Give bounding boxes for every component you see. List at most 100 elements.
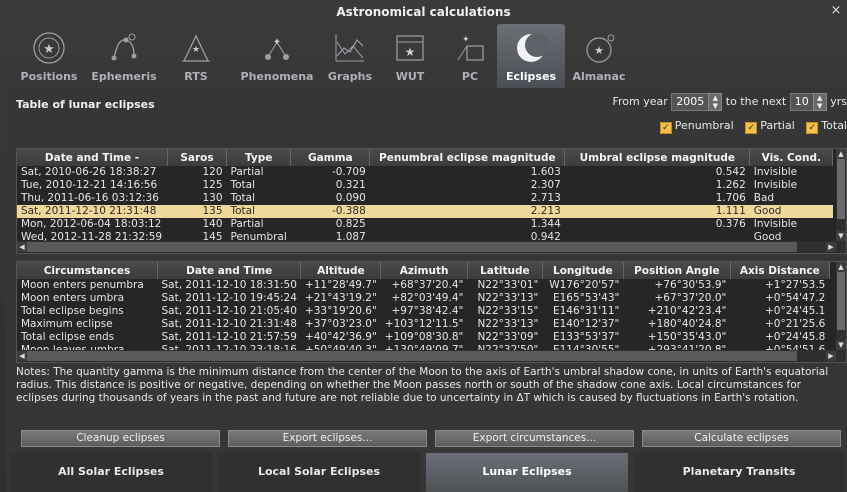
svg-text:★: ★ [192, 45, 200, 55]
table-cell: +1°27'53.5 [764, 279, 826, 291]
table-cell: Good [749, 205, 833, 218]
eclipse-table-horizontal-scrollbar[interactable]: ◀ ▶ [17, 241, 846, 253]
tab-wut[interactable]: ★ WUT [380, 24, 440, 88]
eclipse-type-filters: ✓ Penumbral ✓ Partial ✓ Total [652, 119, 847, 134]
from-year-label: From year [612, 95, 668, 108]
table-cell: +180°40'24.8" [647, 318, 727, 330]
svg-text:✦: ✦ [273, 37, 281, 48]
column-header-date[interactable]: Date and Time - [17, 149, 168, 166]
scroll-up-icon[interactable]: ▲ [836, 262, 846, 272]
tab-eclipses[interactable]: Eclipses [497, 24, 565, 88]
penumbral-label: Penumbral [674, 119, 734, 132]
tab-pc[interactable]: ✦ PC [444, 24, 496, 88]
column-header-gamma[interactable]: Gamma [290, 149, 371, 166]
tab-label: Eclipses [505, 70, 556, 83]
cleanup-eclipses-button[interactable]: Cleanup eclipses [21, 430, 220, 447]
table-row[interactable]: Sat, 2011-12-10 21:31:48 135 Total -0.388 2.… [17, 205, 833, 218]
tab-almanac[interactable]: ★ Almanac [568, 24, 630, 88]
column-header-longitude[interactable]: Longitude [542, 262, 624, 279]
calculate-eclipses-button[interactable]: Calculate eclipses [642, 430, 841, 447]
export-circumstances-button[interactable]: Export circumstances... [435, 430, 634, 447]
table-cell: 1.603 [530, 166, 561, 178]
eclipse-table-vertical-scrollbar[interactable]: ▲ ▼ [836, 149, 846, 241]
table-row[interactable]: Tue, 2010-12-21 14:16:56 125 Total 0.321 2.3… [17, 179, 833, 192]
tab-label: WUT [395, 70, 425, 83]
table-cell: +11°28'49.7" [304, 279, 377, 291]
scroll-right-icon[interactable]: ▶ [826, 351, 836, 361]
total-checkbox[interactable]: ✓ [806, 122, 819, 134]
scrollbar-thumb[interactable] [837, 159, 845, 219]
column-header-axis-distance[interactable]: Axis Distance [730, 262, 830, 279]
scroll-up-icon[interactable]: ▲ [836, 149, 846, 159]
column-header-penumbral-mag[interactable]: Penumbral eclipse magnitude [369, 149, 566, 166]
scroll-down-icon[interactable]: ▼ [836, 340, 846, 350]
tab-all-solar-eclipses[interactable]: All Solar Eclipses [10, 453, 212, 492]
stepper-up-icon: ▲ [712, 94, 718, 102]
partial-checkbox[interactable]: ✓ [745, 122, 758, 134]
scroll-left-icon[interactable]: ◀ [17, 242, 27, 252]
table-cell: +150°35'43.0" [647, 331, 727, 343]
table-cell: Bad [753, 192, 775, 204]
table-cell: +37°03'23.0" [304, 318, 377, 330]
tab-planetary-transits[interactable]: Planetary Transits [634, 453, 844, 492]
column-header-date[interactable]: Date and Time [157, 262, 302, 279]
circumstances-vertical-scrollbar[interactable]: ▲ ▼ [836, 262, 846, 350]
column-header-latitude[interactable]: Latitude [467, 262, 543, 279]
table-row[interactable]: Total eclipse ends Sat, 2011-12-10 21:57:… [17, 331, 829, 344]
tab-local-solar-eclipses[interactable]: Local Solar Eclipses [218, 453, 420, 492]
circumstances-table[interactable]: Circumstances Date and Time Altitude Azi… [16, 261, 847, 363]
from-year-input[interactable]: 2005 [671, 93, 710, 111]
scrollbar-thumb[interactable] [27, 242, 797, 252]
table-cell: 1.344 [530, 218, 561, 230]
tab-positions[interactable]: ★ Positions [14, 24, 84, 88]
penumbral-checkbox[interactable]: ✓ [659, 122, 672, 134]
lunar-eclipses-table[interactable]: Date and Time - Saros Type Gamma Penumbr… [16, 148, 847, 254]
tab-rts[interactable]: ★ RTS [168, 24, 224, 88]
table-row[interactable]: Sat, 2010-06-26 18:38:27 120 Partial -0.709… [17, 166, 833, 179]
years-count-stepper[interactable]: ▲ ▼ [812, 93, 827, 111]
table-cell: Total eclipse ends [21, 331, 115, 343]
tab-lunar-eclipses[interactable]: Lunar Eclipses [426, 453, 628, 492]
from-year-stepper[interactable]: ▲ ▼ [708, 93, 723, 111]
table-row[interactable]: Thu, 2011-06-16 03:12:36 130 Total 0.090 2.7… [17, 192, 833, 205]
column-header-circumstances[interactable]: Circumstances [17, 262, 158, 279]
column-header-position-angle[interactable]: Position Angle [623, 262, 731, 279]
scrollbar-thumb[interactable] [27, 351, 797, 361]
table-cell: Partial [230, 166, 264, 178]
table-cell: 0.542 [715, 166, 746, 178]
table-row[interactable]: Moon enters penumbra Sat, 2011-12-10 18:3… [17, 279, 829, 292]
scroll-down-icon[interactable]: ▼ [836, 231, 846, 241]
column-header-saros[interactable]: Saros [167, 149, 227, 166]
ephemeris-icon [111, 33, 137, 61]
column-header-vis-cond[interactable]: Vis. Cond. [749, 149, 834, 166]
tab-phenomena[interactable]: ✦ Phenomena [232, 24, 322, 88]
table-cell: Total [226, 205, 291, 218]
sort-indicator: - [134, 151, 140, 164]
years-count-input[interactable]: 10 [789, 93, 814, 111]
scroll-left-icon[interactable]: ◀ [17, 351, 27, 361]
table-cell: -0.388 [290, 205, 370, 218]
table-row[interactable]: Maximum eclipse Sat, 2011-12-10 21:31:48 +… [17, 318, 829, 331]
table-cell: 1.706 [715, 192, 746, 204]
phenomena-icon: ✦ [265, 37, 289, 60]
column-header-type[interactable]: Type [226, 149, 292, 166]
circumstances-horizontal-scrollbar[interactable]: ◀ ▶ [17, 350, 846, 362]
close-icon[interactable]: × [829, 2, 843, 20]
scroll-right-icon[interactable]: ▶ [826, 242, 836, 252]
tab-ephemeris[interactable]: Ephemeris [86, 24, 162, 88]
table-cell: N22°33'09" [477, 331, 539, 343]
table-row[interactable]: Mon, 2012-06-04 18:03:12 140 Partial 0.825 1… [17, 218, 833, 231]
column-header-altitude[interactable]: Altitude [300, 262, 382, 279]
table-row[interactable]: Moon enters umbra Sat, 2011-12-10 19:45:2… [17, 292, 829, 305]
scrollbar-thumb[interactable] [837, 272, 845, 330]
eclipses-icon [517, 33, 549, 62]
column-header-umbral-mag[interactable]: Umbral eclipse magnitude [564, 149, 751, 166]
column-header-azimuth[interactable]: Azimuth [380, 262, 468, 279]
table-cell: 130 [202, 192, 223, 204]
tab-graphs[interactable]: Graphs [324, 24, 376, 88]
table-row[interactable]: Total eclipse begins Sat, 2011-12-10 21:0… [17, 305, 829, 318]
export-eclipses-button[interactable]: Export eclipses... [228, 430, 427, 447]
tab-label: Phenomena [240, 70, 314, 83]
table-cell: +103°12'11.5" [384, 318, 464, 330]
table-cell: Sat, 2011-12-10 18:31:50 [161, 279, 297, 291]
